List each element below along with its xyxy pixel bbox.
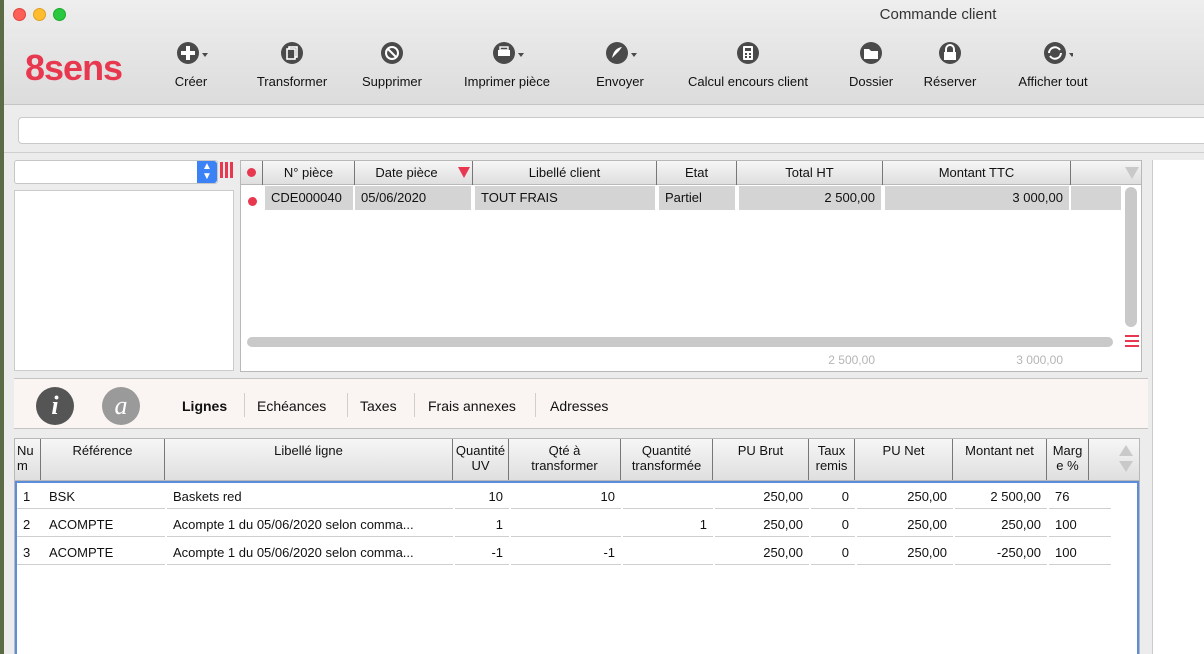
col-libelle-client[interactable]: Libellé client: [473, 161, 657, 185]
col-pu-brut[interactable]: PU Brut: [713, 439, 809, 480]
col-qte-transformer[interactable]: Qté à transformer: [509, 439, 621, 480]
tab-taxes[interactable]: Taxes: [360, 398, 397, 414]
col-total-ht[interactable]: Total HT: [737, 161, 883, 185]
maximize-window-button[interactable]: [53, 8, 66, 21]
lines-grid: Nu m Référence Libellé ligne Quantité UV Q…: [14, 438, 1140, 654]
status-column-header[interactable]: [241, 161, 263, 185]
folder-icon: [860, 42, 882, 64]
calcul-encours-client-button[interactable]: Calcul encours client: [678, 40, 818, 100]
col-quantite-transformee[interactable]: Quantité transformée: [621, 439, 713, 480]
col-libelle-ligne[interactable]: Libellé ligne: [165, 439, 453, 480]
col-reference[interactable]: Référence: [41, 439, 165, 480]
tab-frais-annexes[interactable]: Frais annexes: [428, 398, 516, 414]
col-etat[interactable]: Etat: [657, 161, 737, 185]
search-input[interactable]: [18, 117, 1204, 144]
table-row[interactable]: 1 BSK Baskets red 10 10 250,00 0 250,00 …: [17, 483, 1117, 511]
table-row[interactable]: 3 ACOMPTE Acompte 1 du 05/06/2020 selon …: [17, 539, 1117, 567]
send-icon: [606, 42, 637, 64]
info-button[interactable]: i: [36, 387, 74, 425]
tab-lignes[interactable]: Lignes: [182, 398, 227, 414]
imprimer-piece-button[interactable]: Imprimer pièce: [456, 40, 558, 100]
printer-icon: [493, 42, 524, 64]
tab-echeances[interactable]: Echéances: [257, 398, 326, 414]
vertical-scrollbar[interactable]: [1125, 187, 1137, 327]
title-toolbar: Commande client 8sens Créer Transformer: [4, 0, 1204, 105]
filter-select[interactable]: ▲ ▼: [14, 160, 218, 184]
right-panel: [1152, 160, 1204, 654]
orders-header: N° pièce Date pièce Libellé client Etat …: [241, 161, 1141, 185]
col-pu-net[interactable]: PU Net: [855, 439, 953, 480]
table-row[interactable]: 2 ACOMPTE Acompte 1 du 05/06/2020 selon …: [17, 511, 1117, 539]
col-montant-net[interactable]: Montant net: [953, 439, 1047, 480]
divider: [4, 152, 1204, 153]
close-window-button[interactable]: [13, 8, 26, 21]
minimize-window-button[interactable]: [33, 8, 46, 21]
copy-icon: [281, 42, 303, 64]
scroll-down-icon[interactable]: [1119, 461, 1133, 472]
columns-icon[interactable]: [220, 162, 236, 180]
app-window: Commande client 8sens Créer Transformer: [4, 0, 1204, 654]
reserver-button[interactable]: Réserver: [918, 40, 982, 100]
select-arrows-icon: ▲ ▼: [197, 161, 217, 183]
envoyer-button[interactable]: Envoyer: [590, 40, 650, 100]
refresh-icon: [1044, 42, 1073, 64]
status-dot-icon: [248, 197, 257, 206]
calculator-icon: [737, 42, 759, 64]
scroll-up-icon[interactable]: [1125, 167, 1139, 179]
col-quantite-uv[interactable]: Quantité UV: [453, 439, 509, 480]
lines-header: Nu m Référence Libellé ligne Quantité UV Q…: [15, 439, 1139, 481]
col-marge[interactable]: Marg e %: [1047, 439, 1089, 480]
horizontal-scrollbar[interactable]: [247, 337, 1113, 347]
lines-body[interactable]: 1 BSK Baskets red 10 10 250,00 0 250,00 …: [15, 481, 1139, 654]
tabs-bar: i a Lignes Echéances Taxes Frais annexes…: [14, 378, 1148, 429]
lock-icon: [939, 42, 961, 64]
total-ttc-sum: 3 000,00: [1016, 353, 1063, 367]
menu-icon[interactable]: [1125, 335, 1139, 349]
col-date-piece[interactable]: Date pièce: [355, 161, 473, 185]
plus-circle-icon: [177, 42, 208, 64]
filter-list[interactable]: [14, 190, 234, 371]
col-num[interactable]: Nu m: [15, 439, 41, 480]
col-montant-ttc[interactable]: Montant TTC: [883, 161, 1071, 185]
tab-adresses[interactable]: Adresses: [550, 398, 608, 414]
dossier-button[interactable]: Dossier: [842, 40, 900, 100]
orders-grid: N° pièce Date pièce Libellé client Etat …: [240, 160, 1142, 372]
total-ht-sum: 2 500,00: [828, 353, 875, 367]
table-row[interactable]: CDE000040 05/06/2020 TOUT FRAIS Partiel …: [241, 185, 1121, 211]
at-button[interactable]: a: [102, 387, 140, 425]
supprimer-button[interactable]: Supprimer: [356, 40, 428, 100]
transformer-button[interactable]: Transformer: [248, 40, 336, 100]
col-num-piece[interactable]: N° pièce: [263, 161, 355, 185]
creer-button[interactable]: Créer: [166, 40, 216, 100]
col-taux-remise[interactable]: Taux remis: [809, 439, 855, 480]
brand-logo: 8sens: [25, 47, 123, 88]
scroll-up-icon[interactable]: [1119, 445, 1133, 456]
afficher-tout-button[interactable]: Afficher tout: [1008, 40, 1098, 100]
status-dot-icon: [247, 168, 256, 177]
forbidden-icon: [381, 42, 403, 64]
window-title: Commande client: [879, 6, 997, 23]
sort-desc-icon: [458, 167, 470, 178]
